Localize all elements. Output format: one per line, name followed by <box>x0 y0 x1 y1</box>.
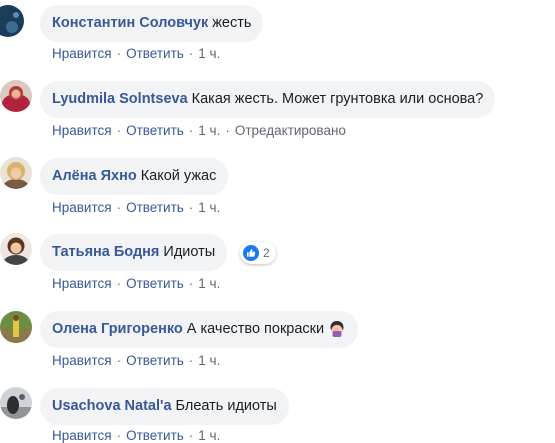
comment-actions: Нравится · Ответить · 1 ч. · Отредактировано <box>52 123 346 138</box>
like-button[interactable]: Нравится <box>52 123 112 138</box>
comment-timestamp[interactable]: 1 ч. <box>198 123 220 138</box>
comment-actions: Нравится · Ответить · 1 ч. <box>52 428 220 443</box>
comment-actions: Нравится · Ответить · 1 ч. <box>52 200 220 215</box>
avatar[interactable] <box>0 311 32 343</box>
edited-label[interactable]: Отредактировано <box>235 123 346 138</box>
comment-text: жесть <box>212 15 252 31</box>
comment-actions: Нравится · Ответить · 1 ч. <box>52 276 220 291</box>
like-button[interactable]: Нравится <box>52 276 112 291</box>
separator: · <box>116 428 122 443</box>
reply-button[interactable]: Ответить <box>126 46 184 61</box>
separator: · <box>116 276 122 291</box>
separator: · <box>116 123 122 138</box>
like-button[interactable]: Нравится <box>52 200 112 215</box>
comment-bubble: Константин Соловчук жесть <box>40 5 264 42</box>
reaction-count-value: 2 <box>263 246 270 260</box>
comment-actions: Нравится · Ответить · 1 ч. <box>52 353 220 368</box>
avatar[interactable] <box>0 80 32 112</box>
reaction-count[interactable]: 2 <box>240 242 276 264</box>
comment-timestamp[interactable]: 1 ч. <box>198 353 220 368</box>
comment-timestamp[interactable]: 1 ч. <box>198 428 220 443</box>
comment-author[interactable]: Константин Соловчук <box>52 15 208 31</box>
comment-bubble: Алёна Яхно Какой ужас <box>40 158 229 195</box>
like-button[interactable]: Нравится <box>52 428 112 443</box>
reply-button[interactable]: Ответить <box>126 123 184 138</box>
reply-button[interactable]: Ответить <box>126 353 184 368</box>
comment-author[interactable]: Lyudmila Solntseva <box>52 91 188 107</box>
separator: · <box>116 353 122 368</box>
comment-bubble: Lyudmila Solntseva Какая жесть. Может гру… <box>40 81 496 118</box>
comment-bubble: Олена Григоренко А качество покраски <box>40 311 359 348</box>
separator: · <box>116 200 122 215</box>
comment-timestamp[interactable]: 1 ч. <box>198 46 220 61</box>
comment-author[interactable]: Татьяна Бодня <box>52 244 159 260</box>
separator: · <box>225 123 230 138</box>
reply-button[interactable]: Ответить <box>126 276 184 291</box>
avatar[interactable] <box>0 233 32 265</box>
separator: · <box>188 200 194 215</box>
comment-text: Какая жесть. Может грунтовка или основа? <box>191 91 484 107</box>
separator: · <box>188 123 194 138</box>
separator: · <box>116 46 122 61</box>
comment-text: Какой ужас <box>140 168 217 184</box>
comment-bubble: Usachova Natal'a Блеать идиоты <box>40 388 289 425</box>
avatar[interactable] <box>0 5 24 37</box>
comment-text: А качество покраски <box>186 321 325 337</box>
comment-text: Идиоты <box>163 244 216 260</box>
avatar[interactable] <box>0 157 32 189</box>
woman-facepalming-emoji <box>330 320 344 337</box>
comment-actions: Нравится · Ответить · 1 ч. <box>52 46 220 61</box>
separator: · <box>188 353 194 368</box>
comment-bubble: Татьяна Бодня Идиоты <box>40 234 228 271</box>
avatar[interactable] <box>0 387 32 419</box>
reply-button[interactable]: Ответить <box>126 200 184 215</box>
comment-author[interactable]: Usachova Natal'a <box>52 398 172 414</box>
comment-author[interactable]: Алёна Яхно <box>52 168 137 184</box>
like-icon <box>243 245 259 261</box>
comment-timestamp[interactable]: 1 ч. <box>198 276 220 291</box>
like-button[interactable]: Нравится <box>52 353 112 368</box>
reply-button[interactable]: Ответить <box>126 428 184 443</box>
comment-timestamp[interactable]: 1 ч. <box>198 200 220 215</box>
comment-author[interactable]: Олена Григоренко <box>52 321 183 337</box>
separator: · <box>188 276 194 291</box>
comment-text: Блеать идиоты <box>175 398 277 414</box>
like-button[interactable]: Нравится <box>52 46 112 61</box>
separator: · <box>188 428 194 443</box>
separator: · <box>188 46 194 61</box>
